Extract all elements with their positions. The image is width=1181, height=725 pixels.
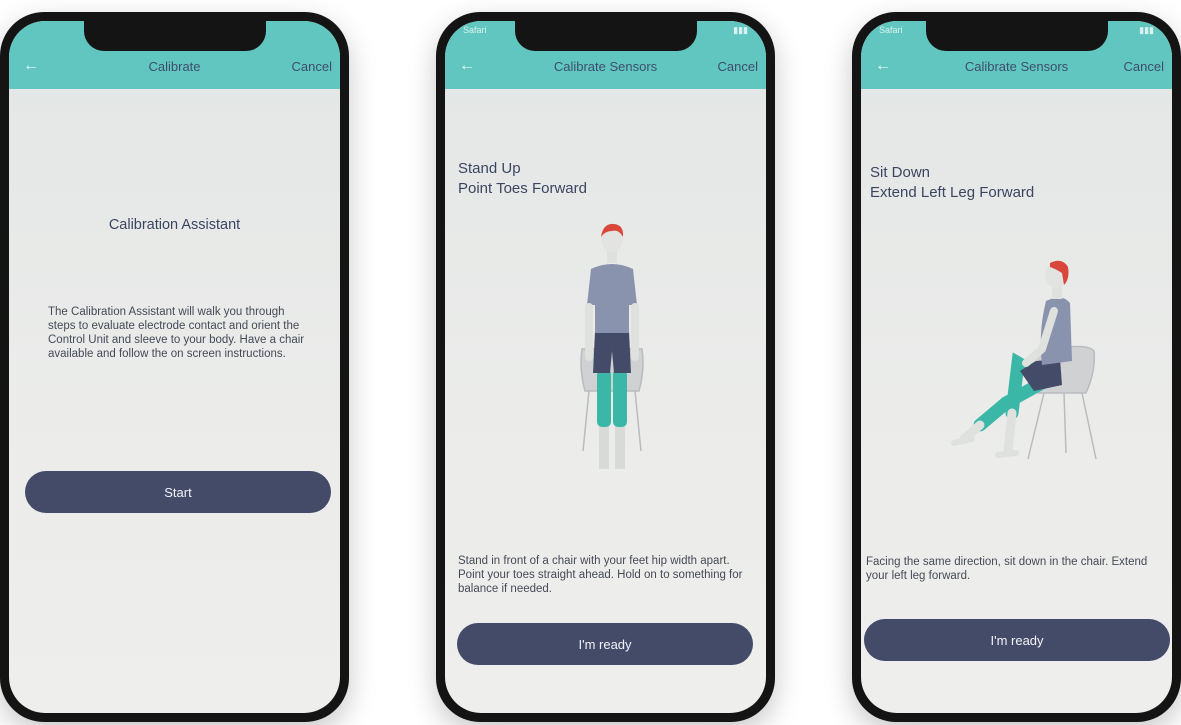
step-title-line-1: Stand Up bbox=[458, 160, 521, 177]
status-carrier: Safari bbox=[463, 25, 487, 35]
cancel-button[interactable]: Cancel bbox=[718, 59, 758, 74]
instruction-text: Facing the same direction, sit down in t… bbox=[866, 556, 1148, 582]
notch bbox=[83, 21, 266, 51]
standing-figure-illustration bbox=[580, 223, 644, 469]
instruction-text: Stand in front of a chair with your feet… bbox=[458, 555, 743, 595]
im-ready-button[interactable]: I'm ready bbox=[864, 619, 1170, 661]
page-title: Calibration Assistant bbox=[108, 217, 241, 233]
notch bbox=[514, 21, 697, 51]
battery-icon: ▮▮▮ bbox=[1139, 25, 1154, 35]
screen-stand-up: Safari ▮▮▮ ← Calibrate Sensors Cancel St… bbox=[445, 21, 766, 713]
step-title-line-1: Sit Down bbox=[870, 164, 931, 181]
screen-calibrate: ← Calibrate Cancel Calibration Assistant… bbox=[9, 21, 340, 713]
step-title-line-2: Point Toes Forward bbox=[458, 180, 587, 197]
phone-sit-down: Safari ▮▮▮ ← Calibrate Sensors Cancel Si… bbox=[852, 12, 1181, 722]
seated-figure-illustration bbox=[951, 260, 1097, 460]
status-carrier: Safari bbox=[879, 25, 903, 35]
phone-stand-up: Safari ▮▮▮ ← Calibrate Sensors Cancel St… bbox=[436, 12, 775, 722]
nav-title: Calibrate bbox=[148, 59, 201, 74]
battery-icon: ▮▮▮ bbox=[733, 25, 748, 35]
intro-text: The Calibration Assistant will walk you … bbox=[48, 306, 305, 360]
step-title: Stand Up Point Toes Forward bbox=[458, 159, 587, 199]
step-title: Sit Down Extend Left Leg Forward bbox=[870, 163, 1034, 203]
notch bbox=[925, 21, 1108, 51]
step-title-line-2: Extend Left Leg Forward bbox=[870, 184, 1035, 201]
start-button[interactable]: Start bbox=[25, 471, 331, 513]
screen-sit-down: Safari ▮▮▮ ← Calibrate Sensors Cancel Si… bbox=[861, 21, 1172, 713]
cancel-button[interactable]: Cancel bbox=[1124, 59, 1164, 74]
cancel-button[interactable]: Cancel bbox=[292, 59, 332, 74]
im-ready-button[interactable]: I'm ready bbox=[457, 623, 753, 665]
phone-calibrate: ← Calibrate Cancel Calibration Assistant… bbox=[0, 12, 349, 722]
